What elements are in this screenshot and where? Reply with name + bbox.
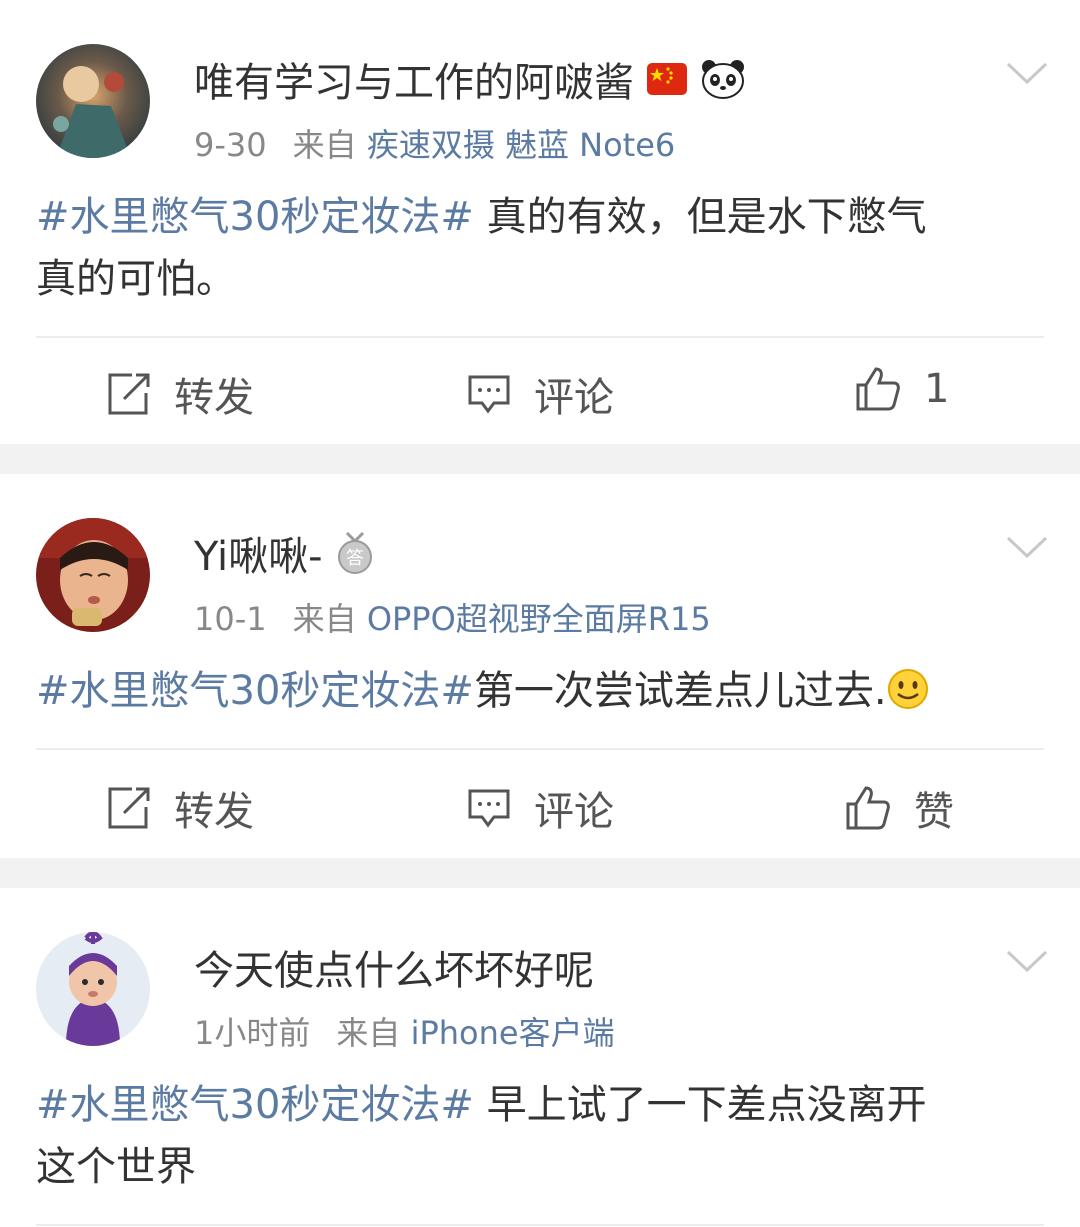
comment-icon <box>468 375 510 414</box>
hashtag-link[interactable]: #水里憋气30秒定妆法# <box>36 194 474 240</box>
post-card-1: 唯有学习与工作的阿啵酱 9-30 来自 疾速双摄 魅蓝 Note6 #水里憋气30… <box>0 0 1080 444</box>
post-divider <box>0 858 1080 888</box>
username[interactable]: Yi啾啾- 答 <box>194 524 375 582</box>
post-time: 10-1 <box>194 600 267 638</box>
comment-button[interactable]: 评论 <box>466 365 614 423</box>
hashtag-link[interactable]: #水里憋气30秒定妆法# <box>36 1082 474 1128</box>
like-button[interactable]: 赞 <box>844 779 954 837</box>
from-label: 来自 <box>292 126 357 164</box>
repost-label: 转发 <box>174 375 254 421</box>
like-count: 1 <box>924 366 950 412</box>
smile-emoji-icon <box>887 669 928 709</box>
medal-answer-icon: 答 <box>337 531 372 574</box>
divider <box>36 336 1044 338</box>
flag-cn-icon <box>647 63 687 95</box>
comment-label: 评论 <box>534 375 614 421</box>
repost-icon <box>108 787 150 829</box>
source-link[interactable]: 疾速双摄 魅蓝 Note6 <box>367 126 675 164</box>
like-button[interactable]: 1 <box>854 365 949 413</box>
post-text-line1: 早上试了一下差点没离开 <box>473 1082 927 1128</box>
username[interactable]: 今天使点什么坏坏好呢 <box>194 938 594 996</box>
repost-label: 转发 <box>174 789 254 835</box>
medal-text: 答 <box>346 548 364 569</box>
post-body: #水里憋气30秒定妆法#第一次尝试差点儿过去. <box>36 660 1036 722</box>
comment-label: 评论 <box>534 789 614 835</box>
post-text-line1: 第一次尝试差点儿过去. <box>473 668 887 714</box>
thumbs-up-icon <box>856 367 900 411</box>
post-card-2: Yi啾啾- 答 10-1 来自 OPPO超视野全面屏R15 #水里憋气30秒定妆法… <box>0 474 1080 858</box>
source-link[interactable]: OPPO超视野全面屏R15 <box>367 600 711 638</box>
repost-button[interactable]: 转发 <box>106 365 254 423</box>
thumbs-up-icon <box>846 786 890 830</box>
divider <box>36 1224 1044 1226</box>
post-body: #水里憋气30秒定妆法# 真的有效，但是水下憋气 真的可怕。 <box>36 186 1036 310</box>
post-time: 1小时前 <box>194 1014 311 1052</box>
username-text[interactable]: 今天使点什么坏坏好呢 <box>194 938 594 996</box>
chevron-down-icon[interactable] <box>1004 58 1050 88</box>
avatar[interactable] <box>36 44 150 158</box>
post-meta: 10-1 来自 OPPO超视野全面屏R15 <box>194 594 711 640</box>
post-time: 9-30 <box>194 126 267 164</box>
post-body: #水里憋气30秒定妆法# 早上试了一下差点没离开 这个世界 <box>36 1074 1036 1198</box>
post-meta: 1小时前 来自 iPhone客户端 <box>194 1008 615 1054</box>
divider <box>36 748 1044 750</box>
username[interactable]: 唯有学习与工作的阿啵酱 <box>194 50 746 108</box>
like-label: 赞 <box>914 789 954 835</box>
username-text[interactable]: Yi啾啾- <box>194 524 323 582</box>
repost-button[interactable]: 转发 <box>106 779 254 837</box>
chevron-down-icon[interactable] <box>1004 532 1050 562</box>
source-link[interactable]: iPhone客户端 <box>411 1014 615 1052</box>
post-card-3: 今天使点什么坏坏好呢 1小时前 来自 iPhone客户端 #水里憋气30秒定妆法#… <box>0 888 1080 1227</box>
post-meta: 9-30 来自 疾速双摄 魅蓝 Note6 <box>194 120 675 166</box>
comment-icon <box>468 789 510 828</box>
post-text-line1: 真的有效，但是水下憋气 <box>473 194 927 240</box>
panda-icon <box>702 60 744 99</box>
avatar[interactable] <box>36 932 150 1046</box>
avatar[interactable] <box>36 518 150 632</box>
post-divider <box>0 444 1080 474</box>
username-text[interactable]: 唯有学习与工作的阿啵酱 <box>194 50 634 108</box>
hashtag-link[interactable]: #水里憋气30秒定妆法# <box>36 668 474 714</box>
post-text-line2: 真的可怕。 <box>36 256 236 302</box>
chevron-down-icon[interactable] <box>1004 946 1050 976</box>
repost-icon <box>108 373 150 415</box>
comment-button[interactable]: 评论 <box>466 779 614 837</box>
post-text-line2: 这个世界 <box>36 1144 196 1190</box>
from-label: 来自 <box>336 1014 401 1052</box>
from-label: 来自 <box>292 600 357 638</box>
